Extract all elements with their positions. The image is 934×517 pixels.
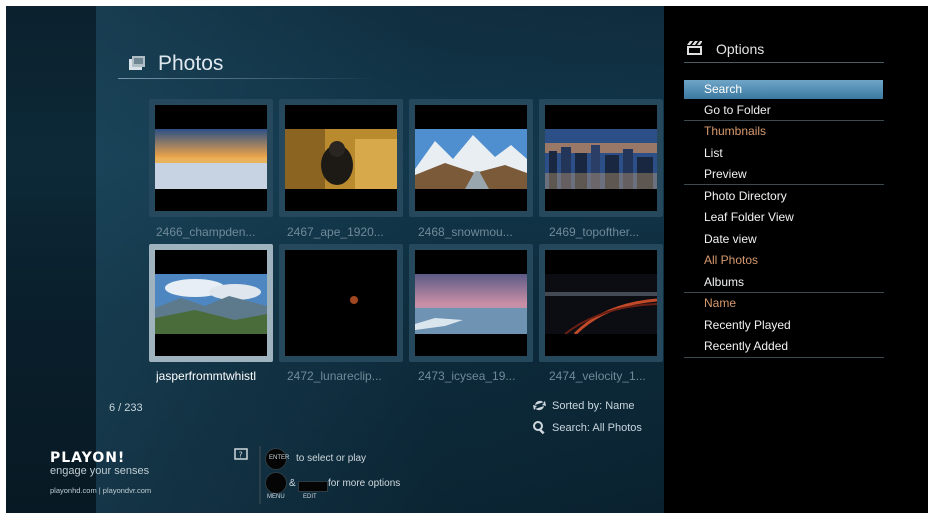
options-title-underline: [684, 62, 884, 63]
photo-thumbnail-sunset-snow: [155, 129, 267, 189]
edit-key-label: EDIT: [303, 494, 317, 500]
option-recently-played[interactable]: Recently Played: [684, 316, 883, 335]
photo-tile[interactable]: [539, 244, 663, 362]
item-counter: 6 / 233: [109, 402, 143, 414]
help-icon: ?: [234, 448, 248, 460]
photo-caption: 2472_lunareclip...: [287, 369, 382, 383]
enter-key-label: ENTER: [269, 455, 290, 461]
photo-thumbnail-ape: [285, 129, 397, 189]
brand-urls: playonhd.com | playondvr.com: [50, 486, 152, 495]
photo-tile-selected[interactable]: [149, 244, 273, 362]
option-thumbnails[interactable]: Thumbnails: [684, 122, 883, 141]
option-preview[interactable]: Preview: [684, 165, 883, 184]
search-status: Search: All Photos: [552, 422, 642, 434]
photo-browser: Photos 2466_champden... 2467_ape_1920...…: [6, 6, 664, 513]
options-divider: [684, 120, 884, 121]
help-divider: [259, 446, 261, 504]
photos-folder-icon: [129, 56, 145, 70]
photo-tile[interactable]: [279, 99, 403, 217]
photo-tile[interactable]: [279, 244, 403, 362]
photo-thumbnail-icy-sea: [415, 274, 527, 334]
edit-key-button: [298, 481, 328, 492]
photo-thumbnail-lunar-eclipse: [285, 274, 397, 334]
title-underline: [118, 78, 380, 79]
menu-key-button: [265, 472, 287, 494]
ampersand: &: [289, 478, 296, 489]
photo-caption: 2466_champden...: [156, 225, 256, 239]
enter-key-button: ENTER: [265, 448, 290, 470]
menu-key-label: MENU: [267, 494, 285, 500]
option-leaf-folder-view[interactable]: Leaf Folder View: [684, 208, 883, 227]
photo-thumbnail-snow-mountain: [415, 129, 527, 189]
options-title: Options: [716, 41, 765, 57]
photo-caption: 2474_velocity_1...: [549, 369, 646, 383]
svg-text:?: ?: [239, 451, 243, 460]
option-search[interactable]: Search: [684, 80, 883, 99]
options-divider: [684, 184, 884, 185]
photo-tile[interactable]: [409, 244, 533, 362]
photo-caption: 2469_topofther...: [549, 225, 640, 239]
sort-icon: [533, 400, 546, 411]
media-center-screen: Photos 2466_champden... 2467_ape_1920...…: [6, 6, 928, 513]
page-title: Photos: [158, 52, 224, 75]
option-albums[interactable]: Albums: [684, 273, 883, 292]
option-date-view[interactable]: Date view: [684, 230, 883, 249]
option-list[interactable]: List: [684, 144, 883, 163]
photo-tile[interactable]: [149, 99, 273, 217]
sort-status: Sorted by: Name: [552, 400, 635, 412]
photo-caption: 2468_snowmou...: [418, 225, 513, 239]
options-divider: [684, 292, 884, 293]
select-instruction: to select or play: [296, 453, 367, 464]
photo-thumbnail-night-road: [545, 274, 657, 334]
photo-thumbnail-city-skyline: [545, 129, 657, 189]
left-shade: [6, 6, 96, 513]
photo-caption-selected: jasperfrommtwhistl: [156, 369, 257, 383]
option-name[interactable]: Name: [684, 294, 883, 313]
photo-frame: [285, 105, 397, 211]
logo-text: PLAYON!: [50, 450, 125, 464]
photo-caption: 2473_icysea_19...: [418, 369, 516, 383]
options-clapper-icon: [687, 41, 702, 55]
photo-frame: [415, 105, 527, 211]
option-photo-directory[interactable]: Photo Directory: [684, 187, 883, 206]
brand-tagline: engage your senses: [50, 465, 150, 477]
photo-frame: [415, 250, 527, 356]
options-panel: Options Search Go to Folder Thumbnails L…: [664, 6, 928, 513]
photo-frame: [155, 250, 267, 356]
photo-caption: 2467_ape_1920...: [287, 225, 384, 239]
photo-thumbnail-mountain-valley: [155, 274, 267, 334]
options-divider: [684, 357, 884, 358]
photo-frame: [285, 250, 397, 356]
option-go-to-folder[interactable]: Go to Folder: [684, 101, 883, 120]
photo-frame: [155, 105, 267, 211]
options-instruction: for more options: [328, 478, 401, 489]
photo-frame: [545, 250, 657, 356]
option-recently-added[interactable]: Recently Added: [684, 337, 883, 356]
search-icon: [533, 421, 545, 435]
photo-tile[interactable]: [539, 99, 663, 217]
photo-frame: [545, 105, 657, 211]
photo-tile[interactable]: [409, 99, 533, 217]
option-all-photos[interactable]: All Photos: [684, 251, 883, 270]
playon-logo: PLAYON!: [50, 450, 125, 464]
